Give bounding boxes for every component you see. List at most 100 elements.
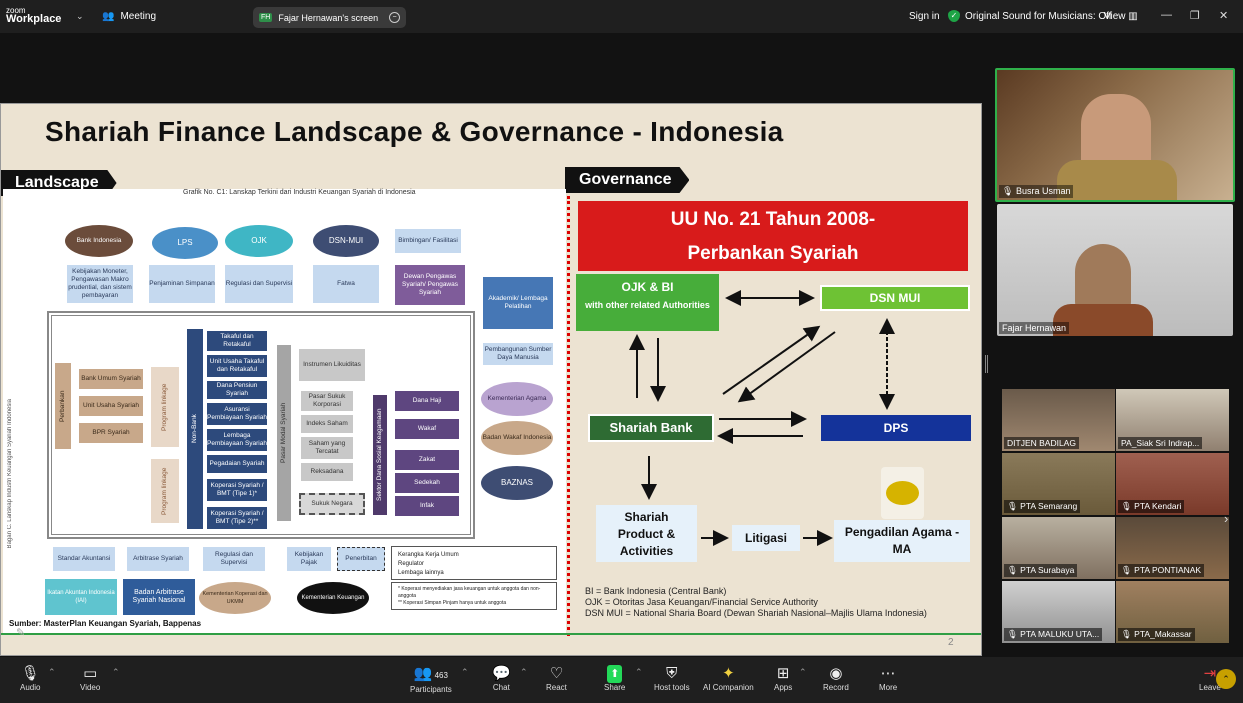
pen-icon[interactable]: ✎ (16, 626, 25, 639)
participant-shirt (1057, 160, 1177, 200)
view-label: View (1104, 11, 1126, 22)
grid-tile-name: 🎙 PTA Surabaya (1004, 564, 1078, 577)
mic-muted-icon: 🎙 (1007, 565, 1018, 575)
grid-tile-name: 🎙 PTA Semarang (1004, 500, 1081, 513)
participant-name-text: Busra Usman (1015, 186, 1071, 196)
mic-muted-icon: 🎙 (1002, 186, 1014, 196)
sound-label: Original Sound for Musicians: Off (965, 10, 1112, 22)
title-bar: zoom Workplace ⌄ 👥 Meeting FH Fajar Hern… (0, 0, 1243, 33)
zoom-logo: zoom Workplace (6, 6, 62, 25)
sign-in-button[interactable]: Sign in (909, 11, 940, 22)
slide-footer-line (1, 633, 981, 635)
grid-tile-name-text: PTA PONTIANAK (1134, 565, 1202, 575)
arrow-dsn-bank (737, 331, 836, 403)
abbrev-3: DSN MUI = National Sharia Board (Dewan S… (585, 608, 927, 618)
ai-companion-button[interactable]: ✦ AI Companion (703, 665, 754, 692)
grid-tile-name-text: PTA_Makassar (1134, 629, 1192, 639)
original-sound-toggle[interactable]: ✓ Original Sound for Musicians: Off (948, 10, 1112, 22)
video-options-icon[interactable]: ⌃ (112, 667, 120, 678)
chat-options-icon[interactable]: ⌃ (520, 667, 528, 678)
grid-tile[interactable]: 🎙 PTA Kendari (1116, 453, 1229, 515)
grid-tile-name-text: PTA Semarang (1020, 501, 1078, 511)
chat-button[interactable]: 💬 Chat (492, 665, 511, 692)
participants-button[interactable]: 👥 463 Participants (410, 665, 452, 694)
video-tile-fajar[interactable]: Fajar Hernawan (997, 204, 1233, 336)
record-label: Record (823, 683, 849, 692)
grid-tile[interactable]: DITJEN BADILAG (1002, 389, 1115, 451)
meeting-stage: Shariah Finance Landscape & Governance -… (0, 33, 1243, 657)
microphone-icon: 🎙 (20, 665, 40, 682)
abbreviations: BI = Bank Indonesia (Central Bank) OJK =… (585, 586, 927, 619)
avatar[interactable]: ⌃ (1216, 669, 1236, 689)
people-icon: 👥 (102, 11, 115, 22)
screen-share-indicator[interactable]: FH Fajar Hernawan's screen − (253, 7, 406, 28)
resize-handle[interactable] (985, 355, 988, 373)
video-tile-busra[interactable]: 🎙 Busra Usman (995, 68, 1235, 202)
camera-icon: ▭ (83, 665, 98, 682)
grid-tile-name: 🎙 PTA PONTIANAK (1118, 564, 1205, 577)
grid-tile[interactable]: 🎙 PTA Semarang (1002, 453, 1115, 515)
participant-count: 463 (434, 671, 448, 680)
ai-companion-label: AI Companion (703, 683, 754, 692)
audio-button[interactable]: 🎙 Audio (20, 665, 40, 692)
grid-icon: ▥ (1128, 11, 1138, 22)
leave-icon: ⇥ (1203, 665, 1217, 682)
chevron-down-icon[interactable]: ⌄ (76, 11, 84, 22)
heart-icon: ♡ (549, 665, 564, 682)
arrow-bank-dsn (722, 325, 821, 395)
participant-name: 🎙 Busra Usman (999, 185, 1074, 198)
meeting-toolbar: 🎙 Audio ⌃ ▭ Video ⌃ 👥 463 Participants ⌃ 💬 C… (0, 657, 1243, 703)
grid-tile[interactable]: 🎙 PTA Surabaya (1002, 517, 1115, 579)
record-button[interactable]: ◉ Record (823, 665, 849, 692)
grid-tile[interactable]: PA_Siak Sri Indrap... (1116, 389, 1229, 451)
participants-options-icon[interactable]: ⌃ (461, 667, 469, 678)
share-button[interactable]: ⬆ Share (604, 665, 625, 692)
react-button[interactable]: ♡ React (546, 665, 567, 692)
mic-muted-icon: 🎙 (1121, 565, 1132, 575)
participants-icon: 👥 463 (413, 665, 448, 682)
apps-button[interactable]: ⊞ Apps (774, 665, 792, 692)
view-button[interactable]: View ▥ (1104, 11, 1138, 22)
screen-share-initials: FH (259, 13, 273, 22)
grid-tile[interactable]: 🎙 PTA PONTIANAK (1116, 517, 1229, 579)
audio-options-icon[interactable]: ⌃ (48, 667, 56, 678)
host-tools-button[interactable]: ⛨ Host tools (654, 665, 690, 692)
share-screen-icon: ⬆ (607, 665, 623, 683)
grid-tile-name: PA_Siak Sri Indrap... (1118, 437, 1203, 449)
apps-options-icon[interactable]: ⌃ (799, 667, 807, 678)
more-button[interactable]: ⋯ More (879, 665, 897, 692)
meeting-label: Meeting (120, 11, 157, 22)
logo-line2: Workplace (6, 13, 62, 25)
grid-tile-name-text: PTA Surabaya (1020, 565, 1075, 575)
meeting-info-button[interactable]: 👥 Meeting (102, 11, 156, 22)
grid-tile-name-text: PTA Kendari (1134, 501, 1182, 511)
shared-slide: Shariah Finance Landscape & Governance -… (0, 103, 982, 656)
restore-icon[interactable]: ❐ (1190, 9, 1200, 22)
grid-tile[interactable]: 🎙 PTA_Makassar (1116, 581, 1229, 643)
minimize-icon[interactable]: — (1161, 9, 1172, 21)
participant-name: Fajar Hernawan (999, 322, 1070, 334)
chat-icon: 💬 (492, 665, 511, 682)
mic-muted-icon: 🎙 (1121, 629, 1132, 639)
grid-tile-name: 🎙 PTA MALUKU UTA... (1004, 628, 1103, 641)
share-label: Share (604, 683, 626, 692)
governance-arrows (629, 290, 895, 546)
abbrev-1: BI = Bank Indonesia (Central Bank) (585, 586, 727, 596)
participants-label: Participants (410, 685, 452, 694)
chevron-right-icon[interactable]: › (1224, 511, 1228, 526)
more-label: More (879, 683, 898, 692)
chat-label: Chat (492, 683, 510, 692)
video-button[interactable]: ▭ Video (80, 665, 100, 692)
share-options-icon[interactable]: ⌃ (635, 667, 643, 678)
screen-share-label: Fajar Hernawan's screen (278, 12, 379, 23)
minus-icon[interactable]: − (389, 12, 400, 23)
close-icon[interactable]: ✕ (1219, 9, 1228, 22)
video-label: Video (80, 683, 101, 692)
record-icon: ◉ (829, 665, 843, 682)
react-label: React (546, 683, 567, 692)
grid-tile[interactable]: 🎙 PTA MALUKU UTA... (1002, 581, 1115, 643)
slide-page-number: 2 (948, 637, 954, 648)
apps-icon: ⊞ (776, 665, 790, 682)
mic-muted-icon: 🎙 (1007, 501, 1018, 511)
sparkle-icon: ✦ (722, 665, 735, 682)
